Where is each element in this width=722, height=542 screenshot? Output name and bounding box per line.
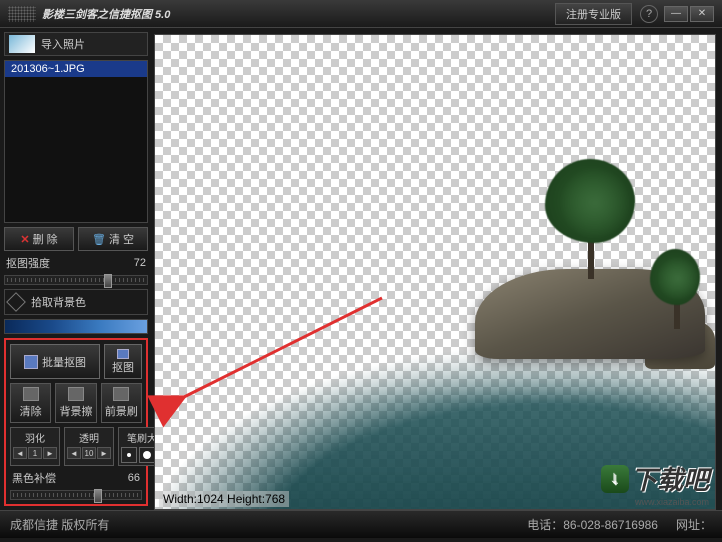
intensity-value: 72 (134, 257, 146, 269)
minimize-button[interactable]: — (664, 6, 688, 22)
single-matting-button[interactable]: 抠图 (104, 344, 142, 379)
image-tree (545, 159, 635, 279)
clear-button[interactable]: 🗑清 空 (78, 227, 148, 251)
bg-eraser-button[interactable]: 背景擦 (55, 383, 96, 423)
import-label: 导入照片 (41, 36, 85, 52)
fg-brush-button[interactable]: 前景刷 (101, 383, 142, 423)
register-button[interactable]: 注册专业版 (555, 3, 632, 25)
dimensions-label: Width:1024 Height:768 (159, 491, 289, 507)
highlighted-panel: 批量抠图 抠图 清除 背景擦 前景刷 羽化 ◄ 1 ► (4, 338, 148, 506)
feather-label: 羽化 (25, 430, 45, 445)
bg-eraser-icon (68, 387, 84, 401)
clear-tool-button[interactable]: 清除 (10, 383, 51, 423)
fg-brush-icon (113, 387, 129, 401)
x-icon: ✕ (20, 233, 29, 246)
eyedropper-icon (6, 292, 26, 312)
opacity-down[interactable]: ◄ (67, 447, 81, 459)
intensity-slider[interactable] (4, 275, 148, 285)
batch-icon (24, 355, 38, 369)
black-comp-slider[interactable] (10, 490, 142, 500)
batch-matting-button[interactable]: 批量抠图 (10, 344, 100, 379)
footer-web-label: 网址： (676, 516, 712, 533)
watermark: ↓ 下载吧 (601, 460, 709, 497)
file-item[interactable]: 201306~1.JPG (5, 61, 147, 77)
opacity-label: 透明 (79, 430, 99, 445)
opacity-value: 10 (82, 447, 96, 459)
feather-up[interactable]: ► (43, 447, 57, 459)
app-logo-grid (8, 6, 36, 22)
opacity-up[interactable]: ► (97, 447, 111, 459)
footer-phone: 电话：86-028-86716986 (527, 516, 658, 533)
footer-copyright: 成都信捷 版权所有 (10, 516, 109, 533)
help-icon[interactable]: ? (640, 5, 658, 23)
import-photo-button[interactable]: 导入照片 (4, 32, 148, 56)
delete-button[interactable]: ✕删 除 (4, 227, 74, 251)
download-icon: ↓ (601, 465, 629, 493)
canvas[interactable]: Width:1024 Height:768 ↓ 下载吧 www.xiazaiba… (154, 34, 716, 510)
matting-icon (117, 349, 129, 359)
import-icon (9, 35, 35, 53)
bgcolor-preview (4, 319, 148, 334)
pick-bgcolor-button[interactable]: 拾取背景色 (4, 289, 148, 315)
intensity-label: 抠图强度 (6, 255, 50, 271)
black-comp-label: 黑色补偿 (12, 470, 56, 486)
brush-small[interactable] (121, 447, 137, 463)
image-tree (650, 249, 700, 329)
black-comp-value: 66 (128, 472, 140, 484)
feather-value: 1 (28, 447, 42, 459)
close-button[interactable]: ✕ (690, 6, 714, 22)
watermark-url: www.xiazaiba.com (635, 497, 709, 507)
file-list[interactable]: 201306~1.JPG (4, 60, 148, 223)
feather-down[interactable]: ◄ (13, 447, 27, 459)
clear-icon (23, 387, 39, 401)
app-title: 影楼三剑客之信捷抠图 5.0 (42, 6, 555, 22)
trash-icon: 🗑 (92, 233, 106, 246)
